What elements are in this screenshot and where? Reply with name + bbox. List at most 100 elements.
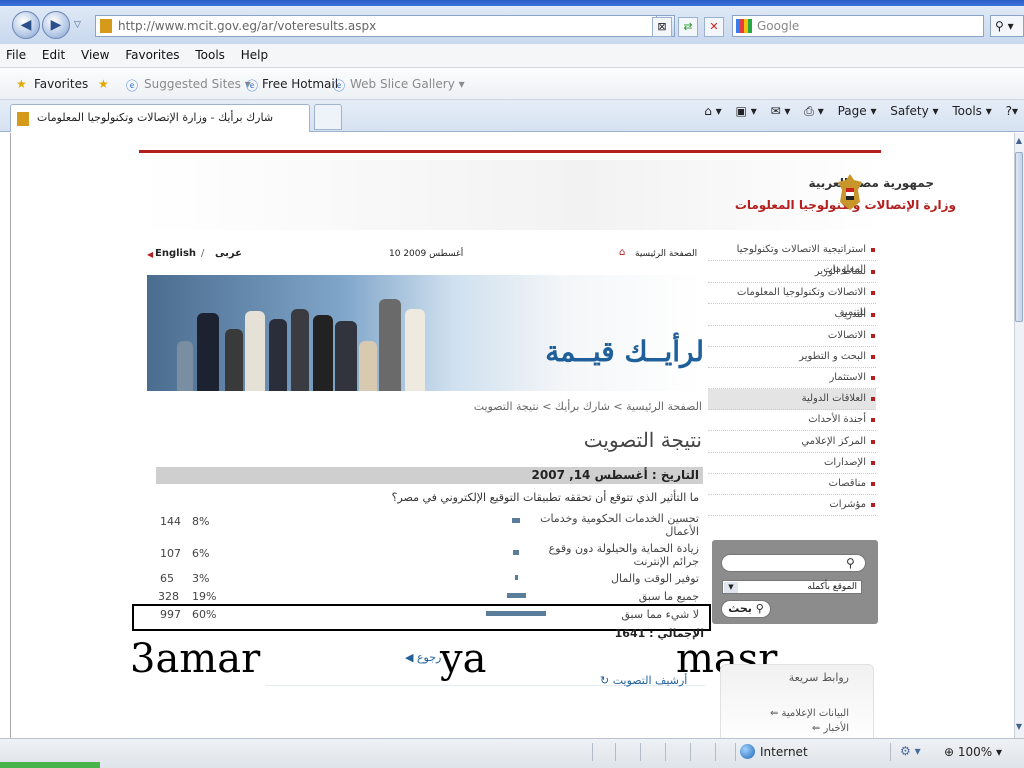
- lang-arabic-link[interactable]: عربى: [215, 248, 242, 259]
- tab-active[interactable]: شارك برأيك - وزارة الإتصالات وتكنولوجيا …: [10, 104, 310, 132]
- menu-favorites[interactable]: Favorites: [119, 44, 185, 62]
- answer-label: توفير الوقت والمال: [611, 572, 699, 585]
- forward-icon[interactable]: ▶: [42, 11, 70, 39]
- page-title: نتيجة التصويت: [583, 428, 702, 452]
- menu-help[interactable]: Help: [235, 44, 274, 62]
- answer-bar: [512, 518, 520, 523]
- google-icon: [736, 19, 752, 33]
- menu-file[interactable]: File: [0, 44, 32, 62]
- sidebar-item[interactable]: مؤشرات: [708, 495, 876, 516]
- scroll-down-icon[interactable]: ▼: [1014, 722, 1024, 736]
- status-divider: [890, 743, 891, 761]
- home-link[interactable]: الصفحة الرئيسية: [635, 249, 697, 259]
- quick-link-news[interactable]: الأخبار ⇐: [812, 723, 849, 734]
- tools-menu[interactable]: Tools ▾: [952, 104, 991, 118]
- poll-answer-row: 328 19% جميع ما سبق: [156, 590, 703, 604]
- quick-link-label: الأخبار: [823, 723, 849, 734]
- protected-mode-icon[interactable]: ⚙ ▾: [900, 744, 921, 758]
- banner-figure: [405, 309, 425, 391]
- menu-tools[interactable]: Tools: [189, 44, 231, 62]
- sidebar-item[interactable]: مناقصات: [708, 474, 876, 495]
- search-button[interactable]: ⚲ ▾: [990, 15, 1024, 37]
- banner-image: [147, 275, 703, 391]
- address-toolbar: ◀ ▶ ▽ http://www.mcit.gov.eg/ar/voteresu…: [0, 6, 1024, 44]
- search-icon: ⚲: [995, 19, 1004, 33]
- quick-link-press-releases[interactable]: البيانات الإعلامية ⇐: [770, 708, 849, 719]
- site-search-input[interactable]: [721, 554, 866, 572]
- poll-question: ما التأثير الذي تتوقع أن تحققه تطبيقات ا…: [391, 491, 699, 504]
- search-scope-value: الموقع بأكمله: [807, 582, 857, 592]
- favorites-button[interactable]: Favorites: [34, 77, 88, 91]
- favorites-star-icon: ★: [16, 77, 27, 91]
- sidebar-item[interactable]: التدريب: [708, 305, 876, 326]
- status-divider: [715, 743, 716, 761]
- site-favicon-icon: [100, 19, 112, 33]
- help-icon[interactable]: ?▾: [1006, 104, 1018, 118]
- vote-archive-link[interactable]: أرشيف التصويت ↻: [600, 674, 687, 687]
- feeds-icon[interactable]: ▣ ▾: [736, 104, 757, 118]
- banner-figure: [225, 329, 243, 391]
- search-placeholder: Google: [757, 19, 800, 33]
- answer-percent: 19%: [192, 590, 217, 603]
- internet-zone-icon: [740, 744, 755, 759]
- sidebar-item[interactable]: العلاقات الدولية: [708, 389, 876, 410]
- page-menu[interactable]: Page ▾: [838, 104, 877, 118]
- fav-link-suggested-sites[interactable]: Suggested Sites ▾: [144, 77, 251, 91]
- menu-view[interactable]: View: [75, 44, 115, 62]
- search-scope-select[interactable]: ▼ الموقع بأكمله: [722, 580, 862, 594]
- stop-icon[interactable]: ✕: [704, 17, 724, 37]
- back-icon[interactable]: ◀: [12, 11, 40, 39]
- new-tab-button[interactable]: [314, 104, 342, 130]
- menu-edit[interactable]: Edit: [36, 44, 71, 62]
- scroll-up-icon[interactable]: ▲: [1014, 136, 1024, 150]
- zoom-level[interactable]: ⊕ 100% ▾: [944, 745, 1002, 759]
- top-nav-row: ◀ English / عربى 10 أغسطس 2009 ⌂ الصفحة …: [145, 247, 705, 264]
- sidebar-item[interactable]: الاستثمار: [708, 368, 876, 389]
- fav-link-free-hotmail[interactable]: Free Hotmail: [262, 77, 338, 91]
- answer-percent: 8%: [192, 515, 210, 528]
- url-text: http://www.mcit.gov.eg/ar/voteresults.as…: [118, 19, 377, 33]
- sidebar-item[interactable]: نشاط الوزير: [708, 262, 876, 283]
- banner-figure: [269, 319, 287, 391]
- chevron-down-icon: ▼: [724, 582, 738, 593]
- home-icon[interactable]: ⌂ ▾: [704, 104, 721, 118]
- refresh-icon[interactable]: ⇄: [678, 17, 698, 37]
- menu-bar: File Edit View Favorites Tools Help: [0, 44, 1024, 68]
- sidebar-item[interactable]: استراتيجية الاتصالات وتكنولوجيا المعلوما…: [708, 240, 876, 275]
- ie-page-icon: ⓔ: [246, 79, 259, 93]
- recent-pages-icon[interactable]: ▽: [74, 20, 81, 30]
- fav-link-web-slice-gallery[interactable]: Web Slice Gallery ▾: [350, 77, 465, 91]
- sidebar-item[interactable]: البحث و التطوير: [708, 347, 876, 368]
- sidebar-item[interactable]: المركز الإعلامي: [708, 432, 876, 453]
- site-header: [139, 160, 881, 230]
- banner-figure: [245, 311, 265, 391]
- security-zone-label: Internet: [760, 745, 808, 759]
- command-bar: ⌂ ▾ ▣ ▾ ✉ ▾ ⎙ ▾ Page ▾ Safety ▾ Tools ▾ …: [694, 104, 1018, 128]
- sidebar-item[interactable]: الإصدارات: [708, 453, 876, 474]
- lang-english-link[interactable]: English: [155, 248, 196, 259]
- answer-count: 144: [160, 515, 181, 528]
- breadcrumb[interactable]: الصفحة الرئيسية > شارك برأيك > نتيجة الت…: [474, 400, 702, 413]
- banner-figure: [313, 315, 333, 391]
- mail-icon[interactable]: ✉ ▾: [771, 104, 791, 118]
- print-icon[interactable]: ⎙ ▾: [804, 104, 823, 119]
- answer-percent: 3%: [192, 572, 210, 585]
- banner-figure: [379, 299, 401, 391]
- safety-menu[interactable]: Safety ▾: [890, 104, 938, 118]
- zoom-value: 100%: [957, 745, 993, 759]
- compatibility-view-icon[interactable]: ⊠: [652, 17, 672, 37]
- search-input[interactable]: Google: [732, 15, 984, 37]
- sidebar-item[interactable]: الاتصالات وتكنولوجيا المعلومات للتنمية: [708, 283, 876, 318]
- sidebar-item[interactable]: الاتصالات: [708, 326, 876, 347]
- current-date: 10 أغسطس 2009: [389, 249, 464, 259]
- status-divider: [592, 743, 593, 761]
- scrollbar-thumb[interactable]: [1015, 152, 1023, 322]
- site-search-button[interactable]: بحث ⚲: [721, 600, 771, 618]
- add-favorite-icon[interactable]: ★: [98, 77, 109, 91]
- ie-page-icon: ⓔ: [333, 79, 346, 93]
- home-icon[interactable]: ⌂: [619, 247, 625, 258]
- ie-page-icon: ⓔ: [126, 79, 139, 93]
- url-field[interactable]: http://www.mcit.gov.eg/ar/voteresults.as…: [95, 15, 675, 37]
- sidebar-item[interactable]: أجندة الأحداث: [708, 410, 876, 431]
- back-link[interactable]: ◀ رجوع: [405, 651, 441, 664]
